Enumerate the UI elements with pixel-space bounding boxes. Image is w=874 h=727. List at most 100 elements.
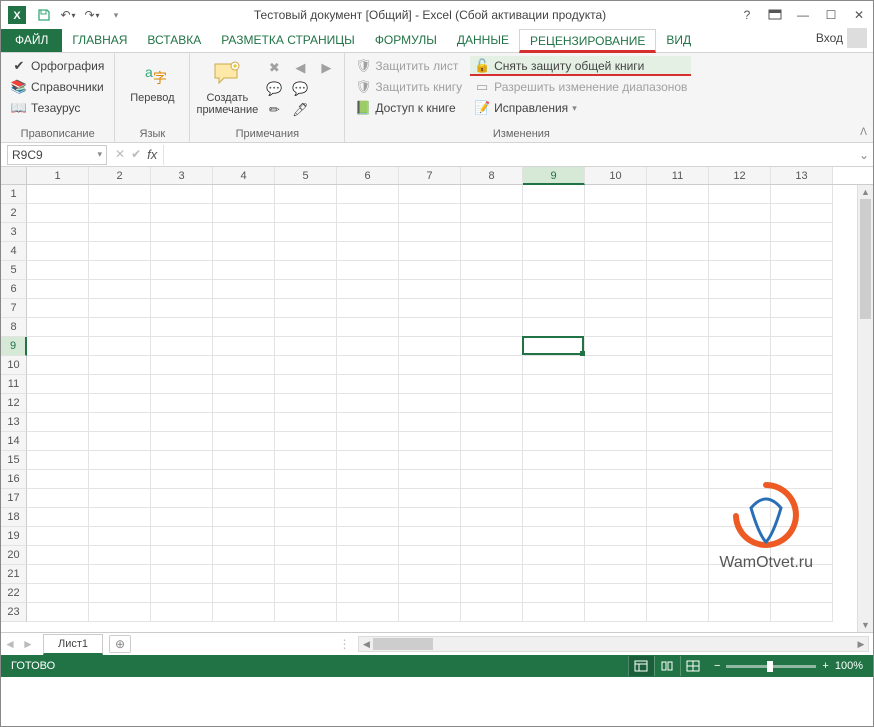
cell[interactable] [647, 223, 709, 242]
cell[interactable] [213, 356, 275, 375]
cell[interactable] [523, 261, 585, 280]
cell[interactable] [27, 356, 89, 375]
tab-file[interactable]: ФАЙЛ [1, 29, 62, 52]
cell[interactable] [709, 204, 771, 223]
cell[interactable] [89, 432, 151, 451]
cell[interactable] [89, 356, 151, 375]
cell[interactable] [523, 337, 585, 356]
cell[interactable] [27, 280, 89, 299]
cell[interactable] [399, 356, 461, 375]
hscroll-thumb[interactable] [373, 638, 433, 650]
cell[interactable] [213, 451, 275, 470]
cell[interactable] [337, 508, 399, 527]
cell[interactable] [647, 185, 709, 204]
cell[interactable] [523, 413, 585, 432]
cell[interactable] [771, 318, 833, 337]
cell[interactable] [213, 584, 275, 603]
cell[interactable] [337, 261, 399, 280]
cell[interactable] [585, 413, 647, 432]
row-header[interactable]: 10 [1, 356, 27, 375]
cell[interactable] [585, 337, 647, 356]
cell[interactable] [399, 337, 461, 356]
cell[interactable] [275, 204, 337, 223]
cell[interactable] [461, 204, 523, 223]
row-header[interactable]: 7 [1, 299, 27, 318]
cell[interactable] [399, 375, 461, 394]
formula-input[interactable] [163, 145, 855, 165]
cell[interactable] [213, 603, 275, 622]
cell[interactable] [89, 489, 151, 508]
cell[interactable] [213, 261, 275, 280]
scroll-down-button[interactable]: ▼ [858, 618, 873, 632]
cell[interactable] [709, 603, 771, 622]
page-layout-view-button[interactable] [654, 656, 680, 676]
cell[interactable] [337, 223, 399, 242]
column-header[interactable]: 1 [27, 167, 89, 184]
cell[interactable] [27, 318, 89, 337]
fx-button[interactable]: fx [147, 147, 157, 162]
cell[interactable] [89, 375, 151, 394]
horizontal-scrollbar[interactable]: ◀ ▶ [358, 636, 869, 652]
cell[interactable] [89, 223, 151, 242]
cell[interactable] [213, 204, 275, 223]
cell[interactable] [461, 432, 523, 451]
cell[interactable] [275, 584, 337, 603]
cell[interactable] [337, 280, 399, 299]
cell[interactable] [461, 603, 523, 622]
cell[interactable] [337, 603, 399, 622]
cell[interactable] [151, 223, 213, 242]
cell[interactable] [399, 280, 461, 299]
cell[interactable] [213, 337, 275, 356]
cell[interactable] [709, 318, 771, 337]
cell[interactable] [523, 204, 585, 223]
sign-in[interactable]: Вход [810, 24, 873, 52]
ribbon-options-button[interactable] [761, 3, 789, 27]
cell[interactable] [275, 299, 337, 318]
cell[interactable] [461, 337, 523, 356]
vscroll-thumb[interactable] [860, 199, 871, 319]
cell[interactable] [647, 337, 709, 356]
cell[interactable] [89, 603, 151, 622]
row-header[interactable]: 19 [1, 527, 27, 546]
cell[interactable] [399, 508, 461, 527]
cell[interactable] [647, 565, 709, 584]
cell[interactable] [585, 603, 647, 622]
cell[interactable] [151, 185, 213, 204]
cell[interactable] [151, 584, 213, 603]
cell[interactable] [213, 546, 275, 565]
cell[interactable] [585, 451, 647, 470]
cell[interactable] [523, 451, 585, 470]
cell[interactable] [709, 413, 771, 432]
cell[interactable] [647, 451, 709, 470]
row-header[interactable]: 23 [1, 603, 27, 622]
cell[interactable] [275, 394, 337, 413]
cell[interactable] [213, 565, 275, 584]
cell[interactable] [585, 489, 647, 508]
cell[interactable] [151, 565, 213, 584]
cell[interactable] [585, 299, 647, 318]
cell[interactable] [709, 223, 771, 242]
cell[interactable] [461, 413, 523, 432]
zoom-out-button[interactable]: − [714, 660, 720, 672]
cell[interactable] [337, 546, 399, 565]
column-header[interactable]: 2 [89, 167, 151, 184]
cell[interactable] [647, 394, 709, 413]
cell[interactable] [213, 489, 275, 508]
cell[interactable] [27, 223, 89, 242]
cell[interactable] [337, 318, 399, 337]
cell[interactable] [151, 280, 213, 299]
cell[interactable] [585, 261, 647, 280]
cell[interactable] [275, 603, 337, 622]
translate-button[interactable]: a字 Перевод [121, 56, 183, 126]
cell[interactable] [89, 546, 151, 565]
row-header[interactable]: 22 [1, 584, 27, 603]
page-break-view-button[interactable] [680, 656, 706, 676]
track-changes-button[interactable]: 📝Исправления ▾ [470, 98, 691, 118]
expand-formula-bar[interactable]: ⌄ [855, 148, 873, 162]
new-sheet-button[interactable]: ⊕ [109, 635, 131, 653]
scroll-left-button[interactable]: ◀ [359, 637, 373, 651]
cell[interactable] [89, 394, 151, 413]
next-comment-button[interactable]: ▶ [314, 58, 338, 78]
cell[interactable] [647, 546, 709, 565]
cell[interactable] [461, 394, 523, 413]
